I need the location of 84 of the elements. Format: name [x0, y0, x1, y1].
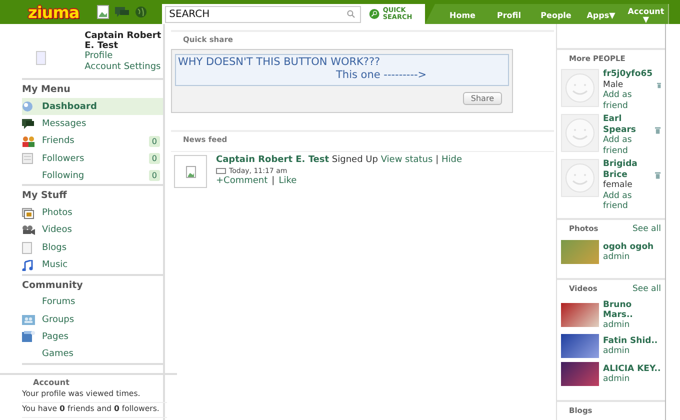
menu-item[interactable]: Forums [22, 294, 163, 311]
see-all-link[interactable]: See all [632, 224, 661, 234]
document-icon [22, 153, 33, 164]
feed-action-link[interactable]: Like [278, 176, 297, 187]
trash-icon [655, 127, 661, 134]
media-author: admin [603, 252, 631, 262]
author-link[interactable]: Captain Robert E. Test [216, 155, 330, 165]
feed-text: Captain Robert E. Test Signed Up View status | Hide [216, 155, 462, 166]
logo[interactable]: ziuma [28, 2, 88, 22]
speech-bubble-icon [115, 6, 130, 18]
menu-item[interactable]: Music [22, 256, 163, 274]
separator: | [272, 176, 275, 187]
add-friend-link[interactable]: Add as friend [603, 190, 652, 212]
menu-item[interactable]: Blogs [22, 239, 163, 256]
search-icon [347, 10, 356, 18]
person-name[interactable]: Brigida Brice [603, 159, 652, 180]
people-card-icon [22, 314, 35, 325]
video-thumbnail[interactable] [561, 334, 599, 358]
profile-link[interactable]: Account Settings [84, 62, 163, 73]
menu-item[interactable]: Dashboard [22, 98, 163, 116]
menu-item[interactable]: Photos [22, 204, 163, 222]
nav-tab[interactable]: Apps▼ [578, 4, 624, 24]
media-author: admin [603, 374, 631, 384]
video-thumbnail[interactable] [561, 302, 599, 326]
nav-tab[interactable]: Profil [484, 4, 534, 24]
comment-icon [216, 168, 226, 174]
media-title[interactable]: ogoh ogoh [603, 242, 654, 252]
nav-tab[interactable]: Home [441, 4, 484, 24]
section-heading: Community [22, 278, 84, 293]
broken-image-icon [186, 166, 196, 178]
orb-icon [22, 101, 33, 112]
music-note-icon [22, 260, 33, 271]
media-title[interactable]: Bruno Mars.. [603, 300, 661, 320]
menu-item[interactable]: Messages [22, 115, 163, 133]
photo-placeholder[interactable] [561, 240, 599, 264]
user-name[interactable]: Captain Robert E. Test [84, 31, 163, 51]
section-heading: My Menu [22, 83, 72, 97]
menu-item[interactable]: Videos [22, 222, 163, 240]
broken-image-icon [97, 5, 110, 19]
picture-icon [22, 208, 34, 219]
trash-icon [655, 172, 661, 179]
smiley-icon [565, 163, 595, 193]
person-name[interactable]: fr5j0yfo65 [603, 69, 653, 80]
people-icon [22, 136, 35, 147]
sheet-icon [22, 331, 35, 342]
section-heading: My Stuff [22, 189, 68, 204]
menu-item[interactable]: Followers 0 [22, 150, 163, 168]
trash-icon [656, 82, 661, 89]
gender-label: female [603, 180, 634, 190]
count-badge: 0 [148, 170, 160, 182]
add-friend-link[interactable]: Add as friend [603, 135, 652, 156]
media-author: admin [603, 346, 631, 356]
feed-action-link[interactable]: +Comment [216, 176, 268, 187]
feed-link[interactable]: Hide [441, 155, 462, 165]
smiley-icon [565, 73, 595, 103]
share-text-field[interactable]: WHY DOESN'T THIS BUTTON WORK??? This one ---------> [175, 54, 509, 86]
speech-bubble-icon [22, 118, 34, 129]
share-button[interactable]: Share [462, 92, 502, 105]
menu-item[interactable]: Friends 0 [22, 132, 163, 150]
globe-icon [135, 6, 148, 18]
search-field[interactable]: SEARCH [165, 6, 362, 22]
section-heading: Account [33, 378, 70, 387]
profile-link[interactable]: Profile [84, 51, 163, 62]
person-name[interactable]: Earl Spears [603, 114, 652, 135]
media-title[interactable]: ALICIA KEY.. [603, 364, 661, 374]
count-badge: 0 [148, 136, 160, 147]
camera-icon [22, 225, 35, 236]
menu-item[interactable]: Following 0 [22, 167, 163, 184]
video-thumbnail[interactable] [561, 362, 599, 386]
media-title[interactable]: Fatin Shid.. [603, 336, 658, 346]
menu-item[interactable]: Games [22, 346, 163, 363]
gender-label: Male [603, 80, 624, 90]
menu-item[interactable]: Groups [22, 310, 163, 328]
nav-tab[interactable]: Account ▼ [624, 4, 668, 24]
see-all-link[interactable]: See all [632, 284, 661, 294]
page-icon [22, 242, 32, 254]
media-author: admin [603, 320, 631, 330]
menu-item[interactable]: Pages [22, 328, 163, 346]
avatar-placeholder [36, 51, 46, 65]
feed-link[interactable]: View status [380, 155, 433, 165]
nav-tab[interactable]: People [534, 4, 578, 24]
add-friend-link[interactable]: Add as friend [603, 90, 653, 111]
smiley-icon [565, 118, 595, 148]
count-badge: 0 [148, 153, 160, 164]
